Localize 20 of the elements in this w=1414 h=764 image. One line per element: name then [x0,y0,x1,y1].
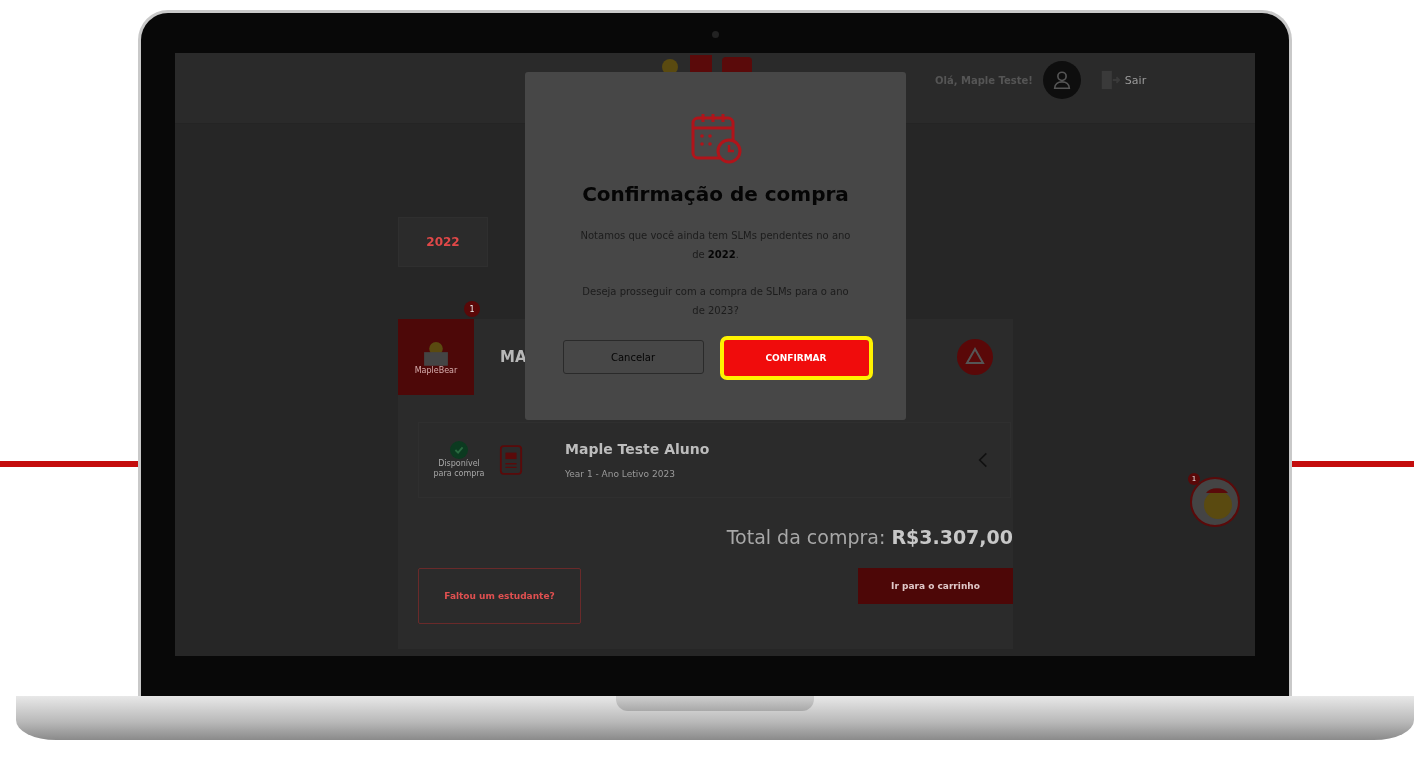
logout-button[interactable]: Sair [1090,69,1147,91]
status-text: Disponível para compra [432,459,486,479]
purchase-total: Total da compra: R$3.307,00 [726,526,1013,548]
student-detail: Year 1 - Ano Letivo 2023 [565,469,676,479]
school-name: MA [500,348,527,366]
student-row[interactable]: Disponível para compra Maple Teste Aluno Year 1 - Ano Letivo 2023 [418,422,1011,498]
warning-icon [957,339,993,375]
year-tab[interactable]: 2022 [398,217,488,267]
document-icon [499,444,523,476]
student-name: Maple Teste Aluno [565,441,710,457]
camera-icon [712,31,719,38]
calendar-clock-icon [689,112,742,164]
chevron-left-icon[interactable] [978,451,988,469]
add-student-button[interactable]: Faltou um estudante? [418,568,581,624]
cart-button[interactable]: Ir para o carrinho [858,568,1013,604]
logo-text: MapleBear [414,365,458,375]
dialog-title: Confirmação de compra [582,182,849,206]
user-avatar-icon[interactable] [1042,61,1081,99]
check-icon [450,441,468,460]
count-badge: 1 [464,301,480,317]
